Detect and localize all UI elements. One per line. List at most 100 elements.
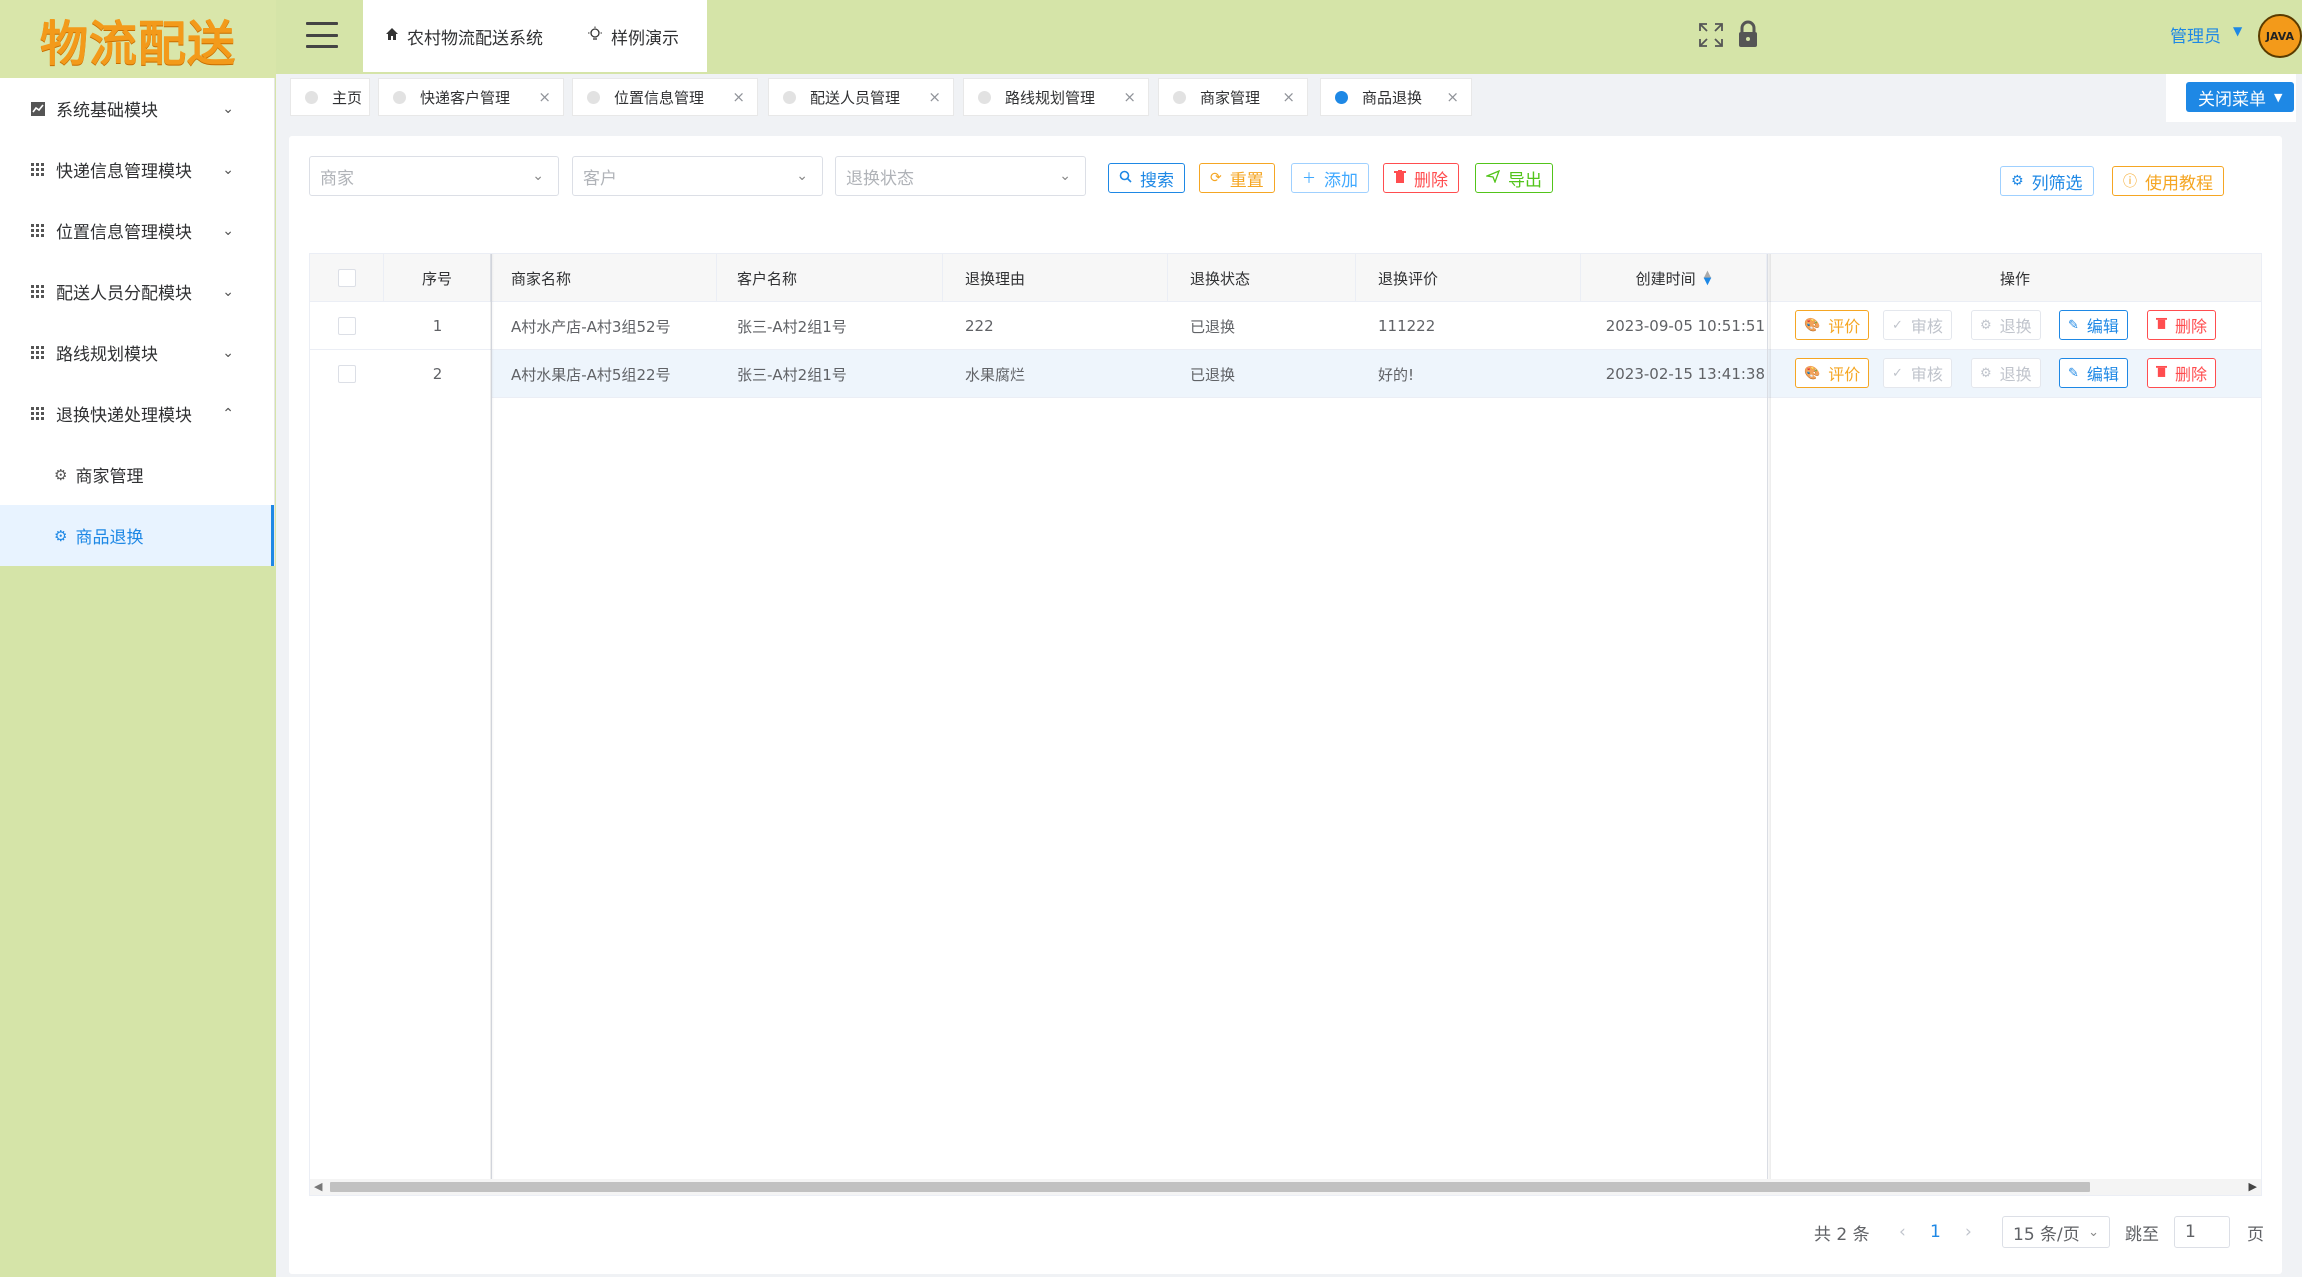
close-icon[interactable]: ×	[538, 88, 551, 106]
header-evaluation: 退换评价	[1356, 254, 1581, 302]
gear-icon: ⚙	[1980, 317, 1992, 333]
status-select[interactable]: 退换状态 ⌄	[835, 156, 1086, 196]
column-filter-button[interactable]: ⚙ 列筛选	[2000, 166, 2094, 196]
reset-button[interactable]: ⟳ 重置	[1199, 163, 1275, 193]
close-icon[interactable]: ×	[928, 88, 941, 106]
grid-icon	[30, 223, 46, 239]
table-header: 序号 商家名称 客户名称 退换理由 退换状态 退换评价 创建时间 ▲ ▼ 操作	[310, 254, 2261, 302]
sidebar-item-express-info[interactable]: 快递信息管理模块 ⌄	[0, 139, 274, 200]
user-menu[interactable]: 管理员	[2170, 22, 2221, 47]
header-merchant: 商家名称	[491, 254, 717, 302]
header-select-all[interactable]	[310, 254, 384, 302]
tab-product-return[interactable]: 商品退换 ×	[1320, 78, 1472, 116]
trash-icon	[2156, 317, 2167, 333]
header-index: 序号	[384, 254, 491, 302]
next-page-icon[interactable]: ›	[1965, 1214, 1972, 1250]
sidebar-subitem-product-return[interactable]: ⚙ 商品退换	[0, 505, 274, 566]
evaluate-button[interactable]: 🎨 评价	[1795, 358, 1870, 388]
row-delete-button[interactable]: 删除	[2147, 358, 2217, 388]
sort-icon[interactable]: ▲ ▼	[1704, 270, 1712, 287]
tab-courier[interactable]: 配送人员管理 ×	[768, 78, 954, 116]
jump-input[interactable]	[2174, 1216, 2230, 1248]
cell-customer: 张三-A村2组1号	[737, 365, 847, 384]
sidebar-item-location-info[interactable]: 位置信息管理模块 ⌄	[0, 200, 274, 261]
delete-button[interactable]: 删除	[1383, 163, 1459, 193]
sidebar-item-courier-assign[interactable]: 配送人员分配模块 ⌄	[0, 261, 274, 322]
row-checkbox[interactable]	[338, 365, 356, 383]
customer-select[interactable]: 客户 ⌄	[572, 156, 823, 196]
edit-button[interactable]: ✎ 编辑	[2059, 358, 2128, 388]
sidebar-item-return-handling[interactable]: 退换快递处理模块 ⌃	[0, 383, 274, 444]
check-icon: ✓	[1892, 317, 1903, 333]
tab-dot	[978, 90, 991, 104]
avatar[interactable]: JAVA	[2258, 14, 2302, 58]
close-icon[interactable]: ×	[1123, 88, 1136, 106]
close-icon[interactable]: ×	[1446, 88, 1459, 106]
close-icon[interactable]: ×	[1282, 88, 1295, 106]
horizontal-scrollbar[interactable]: ◀ ▶	[310, 1179, 2261, 1195]
scroll-right-icon[interactable]: ▶	[2249, 1180, 2257, 1193]
header-created[interactable]: 创建时间 ▲ ▼	[1581, 254, 1767, 302]
pagination-total: 共 2 条	[1814, 1224, 1870, 1245]
close-icon[interactable]: ×	[732, 88, 745, 106]
exchange-button[interactable]: ⚙ 退换	[1971, 358, 2041, 388]
sidebar-subitem-label: 商家管理	[75, 467, 144, 487]
palette-icon: 🎨	[1804, 365, 1821, 381]
close-menu-button[interactable]: 关闭菜单 ▼	[2186, 82, 2295, 112]
export-button[interactable]: 导出	[1475, 163, 1553, 193]
caret-down-icon[interactable]: ▼	[2233, 24, 2242, 38]
tab-merchant[interactable]: 商家管理 ×	[1158, 78, 1308, 116]
tab-route[interactable]: 路线规划管理 ×	[963, 78, 1149, 116]
tab-dot	[783, 90, 796, 104]
scroll-left-icon[interactable]: ◀	[314, 1180, 322, 1193]
sidebar-item-label: 快递信息管理模块	[56, 162, 192, 182]
sidebar-item-system-base[interactable]: 系统基础模块 ⌄	[0, 78, 274, 139]
page-scrollbar[interactable]	[2284, 124, 2302, 1277]
edit-icon: ✎	[2068, 317, 2079, 333]
header-customer: 客户名称	[717, 254, 943, 302]
question-icon: ⓘ	[2123, 174, 2137, 190]
grid-icon	[30, 284, 46, 300]
grid-icon	[30, 406, 46, 422]
fullscreen-icon[interactable]	[1698, 22, 1724, 48]
gear-icon: ⚙	[1980, 365, 1992, 381]
tab-location-info[interactable]: 位置信息管理 ×	[572, 78, 758, 116]
add-button[interactable]: ＋ 添加	[1291, 163, 1369, 193]
row-select[interactable]	[310, 302, 384, 350]
cell-evaluation: 111222	[1378, 317, 1436, 335]
row-checkbox[interactable]	[338, 317, 356, 335]
merchant-select[interactable]: 商家 ⌄	[309, 156, 559, 196]
cell-created: 2023-02-15 13:41:38	[1605, 365, 1765, 383]
edit-button[interactable]: ✎ 编辑	[2059, 310, 2128, 340]
select-all-checkbox[interactable]	[337, 269, 356, 287]
jump-label: 跳至	[2125, 1224, 2159, 1245]
header-reason: 退换理由	[943, 254, 1168, 302]
sidebar: 物流配送 系统基础模块 ⌄ 快递信息管理模块 ⌄ 位置信息管理模块 ⌄ 配送人员…	[0, 0, 276, 1277]
tab-express-customer[interactable]: 快递客户管理 ×	[378, 78, 564, 116]
logo: 物流配送	[0, 0, 276, 78]
lock-icon[interactable]	[1736, 20, 1760, 48]
tutorial-button[interactable]: ⓘ 使用教程	[2112, 166, 2224, 196]
cell-customer: 张三-A村2组1号	[737, 317, 847, 336]
exchange-button[interactable]: ⚙ 退换	[1971, 310, 2041, 340]
row-select[interactable]	[310, 350, 384, 398]
review-button[interactable]: ✓ 审核	[1883, 358, 1952, 388]
tab-label: 商家管理	[1200, 88, 1261, 107]
page-size-select[interactable]: 15 条/页 ⌄	[2002, 1216, 2110, 1248]
nav-demo[interactable]: 样例演示	[565, 24, 701, 49]
scrollbar-thumb[interactable]	[330, 1182, 2090, 1192]
sidebar-subitem-merchant[interactable]: ⚙ 商家管理	[0, 444, 274, 505]
prev-page-icon[interactable]: ‹	[1899, 1214, 1906, 1250]
tabs-bar: 主页 快递客户管理 × 位置信息管理 × 配送人员管理 × 路线规划管理 × 商…	[276, 74, 2302, 124]
evaluate-button[interactable]: 🎨 评价	[1795, 310, 1870, 340]
review-button[interactable]: ✓ 审核	[1883, 310, 1952, 340]
search-button[interactable]: 搜索	[1108, 163, 1185, 193]
menu-toggle-icon[interactable]	[306, 22, 338, 48]
tab-home[interactable]: 主页	[290, 78, 370, 116]
data-table: 序号 商家名称 客户名称 退换理由 退换状态 退换评价 创建时间 ▲ ▼ 操作 1…	[309, 253, 2262, 1196]
sidebar-item-route-planning[interactable]: 路线规划模块 ⌄	[0, 322, 274, 383]
current-page[interactable]: 1	[1930, 1214, 1941, 1250]
nav-system-home[interactable]: 农村物流配送系统	[363, 24, 565, 49]
cell-index: 1	[432, 317, 443, 335]
row-delete-button[interactable]: 删除	[2147, 310, 2217, 340]
